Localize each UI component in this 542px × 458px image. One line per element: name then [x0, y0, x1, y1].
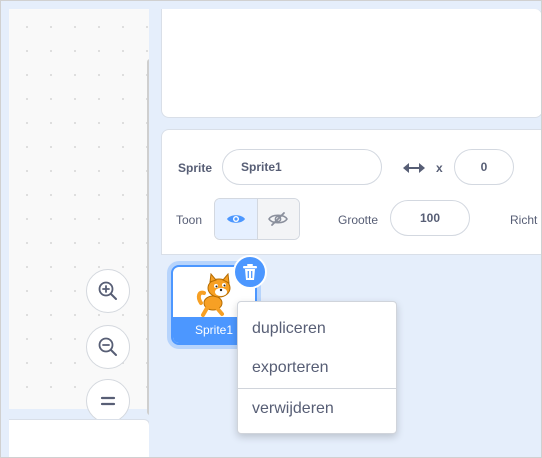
zoom-in-button[interactable]	[86, 269, 130, 313]
zoom-in-icon	[98, 281, 117, 300]
stage[interactable]	[161, 9, 541, 118]
pane-divider	[149, 1, 159, 457]
x-position-input[interactable]: 0	[454, 149, 514, 185]
x-value: 0	[480, 160, 488, 174]
zoom-reset-button[interactable]	[86, 379, 130, 423]
show-button[interactable]	[215, 199, 258, 239]
eye-hidden-icon	[268, 212, 289, 226]
zoom-out-button[interactable]	[86, 325, 130, 369]
backpack-area	[9, 419, 150, 457]
menu-item-export[interactable]: exporteren	[238, 349, 396, 387]
delete-sprite-button[interactable]	[233, 255, 267, 289]
menu-item-duplicate[interactable]: dupliceren	[238, 310, 396, 348]
editor-window: Sprite Sprite1 x 0 Toon Grootte 100 Rich…	[0, 0, 542, 458]
hide-button[interactable]	[257, 199, 299, 239]
sprite-name-label: Sprite	[178, 161, 213, 175]
cat-sprite-icon	[196, 273, 231, 317]
show-label: Toon	[176, 213, 203, 227]
x-label: x	[436, 161, 443, 175]
trash-icon	[243, 264, 257, 280]
horizontal-arrows-icon	[403, 163, 425, 173]
sprite-context-menu: dupliceren exporteren verwijderen	[237, 301, 397, 434]
sprite-name-input[interactable]: Sprite1	[222, 149, 382, 185]
size-label: Grootte	[338, 213, 379, 227]
sprite-info-panel: Sprite Sprite1 x 0 Toon Grootte 100 Rich…	[161, 129, 541, 255]
size-input[interactable]: 100	[390, 200, 470, 236]
eye-icon	[226, 215, 245, 223]
visibility-toggle	[214, 198, 300, 240]
zoom-reset-icon	[100, 396, 116, 406]
code-workspace[interactable]	[9, 9, 153, 423]
direction-label: Richt	[510, 213, 538, 227]
sprite-name-value: Sprite1	[241, 160, 282, 174]
size-value: 100	[419, 211, 441, 225]
menu-item-delete[interactable]: verwijderen	[238, 390, 396, 428]
menu-separator	[238, 388, 396, 389]
zoom-out-icon	[98, 337, 117, 356]
